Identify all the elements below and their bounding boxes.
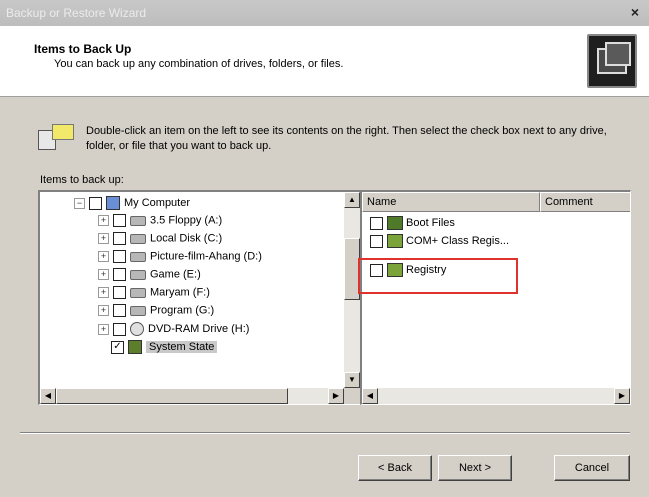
cancel-button[interactable]: Cancel: [554, 455, 630, 481]
computer-icon: [106, 196, 120, 210]
tree-item-dvd-h[interactable]: + DVD-RAM Drive (H:): [98, 322, 249, 340]
expand-icon[interactable]: +: [98, 251, 109, 262]
expand-icon[interactable]: +: [98, 269, 109, 280]
wizard-header: Items to Back Up You can back up any com…: [0, 26, 649, 97]
column-header-name[interactable]: Name: [362, 192, 540, 212]
checkbox[interactable]: [113, 304, 126, 317]
scroll-down-icon[interactable]: ▼: [344, 372, 360, 388]
scroll-right-icon[interactable]: ▶: [614, 388, 630, 404]
checkbox[interactable]: [370, 234, 383, 248]
registry-highlight-box: [358, 258, 518, 294]
scroll-left-icon[interactable]: ◀: [362, 388, 378, 404]
tree-item-drive-g[interactable]: + Program (G:): [98, 304, 214, 322]
separator: [20, 432, 630, 434]
list-item-boot-files[interactable]: Boot Files: [370, 216, 455, 234]
scroll-left-icon[interactable]: ◀: [40, 388, 56, 404]
dvd-drive-icon: [130, 322, 144, 336]
disk-drive-icon: [130, 269, 146, 280]
scroll-corner: [344, 388, 360, 404]
expand-icon[interactable]: +: [98, 233, 109, 244]
component-icon: [387, 234, 403, 248]
checkbox[interactable]: [113, 322, 126, 336]
disk-drive-icon: [130, 305, 146, 316]
disk-drive-icon: [130, 287, 146, 298]
tree-item-floppy[interactable]: +3.5 Floppy (A:): [98, 214, 222, 232]
checkbox[interactable]: [113, 232, 126, 245]
back-button[interactable]: < Back: [358, 455, 432, 481]
file-list[interactable]: Name Comment Boot Files COM+ Class Regis…: [360, 190, 631, 405]
tree-item-system-state[interactable]: ✓ System State: [111, 340, 218, 358]
checkbox[interactable]: [113, 286, 126, 299]
checkbox-checked[interactable]: ✓: [111, 340, 124, 354]
column-header-comment[interactable]: Comment: [540, 192, 630, 212]
disk-drive-icon: [130, 251, 146, 262]
expand-icon[interactable]: +: [98, 323, 109, 335]
wizard-icon: [587, 34, 637, 88]
file-icon: [387, 216, 403, 230]
checkbox[interactable]: [113, 268, 126, 281]
expand-icon[interactable]: +: [98, 287, 109, 298]
expand-icon[interactable]: +: [98, 215, 109, 226]
scroll-right-icon[interactable]: ▶: [328, 388, 344, 404]
checkbox[interactable]: [113, 214, 126, 227]
tree-item-drive-d[interactable]: + Picture-film-Ahang (D:): [98, 250, 262, 268]
system-state-icon: [128, 340, 142, 354]
list-item-com-class[interactable]: COM+ Class Regis...: [370, 234, 509, 252]
info-icon: [38, 124, 74, 152]
checkbox[interactable]: [89, 196, 102, 210]
next-button[interactable]: Next >: [438, 455, 512, 481]
scroll-thumb[interactable]: [56, 388, 288, 404]
expand-icon[interactable]: +: [98, 305, 109, 316]
tree-item-local-disk-c[interactable]: + Local Disk (C:): [98, 232, 222, 250]
tree-item-drive-e[interactable]: + Game (E:): [98, 268, 201, 286]
horizontal-scrollbar[interactable]: ◀ ▶: [40, 388, 344, 404]
disk-drive-icon: [130, 233, 146, 244]
window-title: Backup or Restore Wizard: [6, 6, 147, 20]
floppy-drive-icon: [130, 215, 146, 226]
instructions-text: Double-click an item on the left to see …: [86, 125, 607, 152]
tree-view[interactable]: − My Computer +3.5 Floppy (A:) + Local Dis…: [38, 190, 361, 405]
title-bar: Backup or Restore Wizard ×: [0, 0, 649, 26]
items-to-back-up-label: Items to back up:: [40, 174, 124, 186]
page-subtitle: You can back up any combination of drive…: [54, 58, 344, 70]
checkbox[interactable]: [370, 216, 383, 230]
horizontal-scrollbar[interactable]: ◀ ▶: [362, 388, 630, 404]
page-title: Items to Back Up: [34, 42, 132, 56]
scroll-up-icon[interactable]: ▲: [344, 192, 360, 208]
collapse-icon[interactable]: −: [74, 197, 85, 209]
tree-item-drive-f[interactable]: + Maryam (F:): [98, 286, 210, 304]
close-icon[interactable]: ×: [627, 4, 643, 20]
checkbox[interactable]: [113, 250, 126, 263]
tree-item-my-computer[interactable]: − My Computer: [74, 196, 190, 214]
